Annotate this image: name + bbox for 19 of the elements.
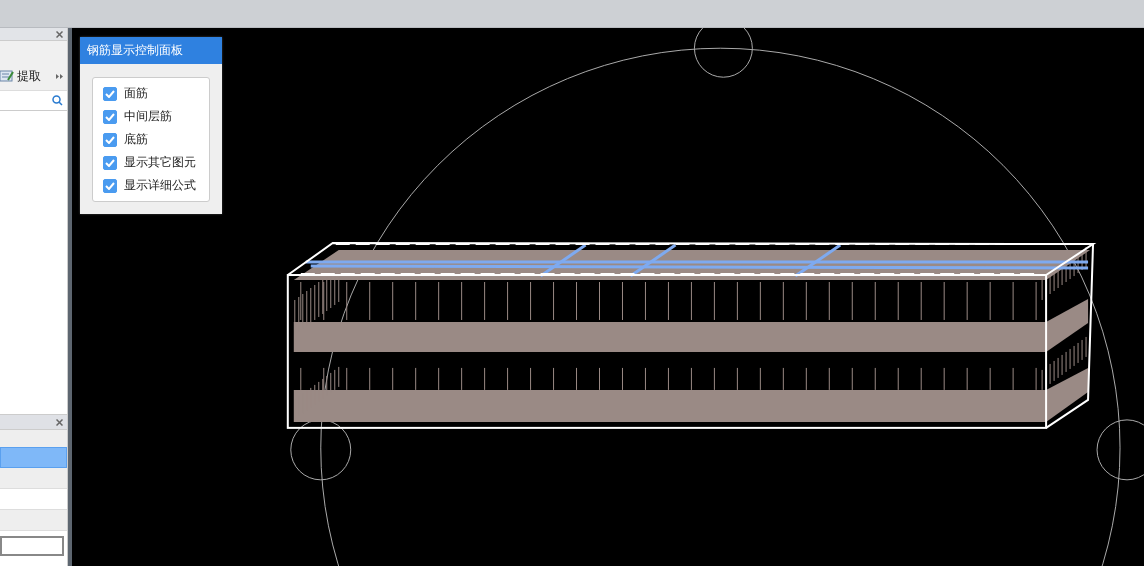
checkbox[interactable] (103, 109, 117, 124)
option-label[interactable]: 显示其它图元 (124, 154, 196, 171)
more-icon[interactable] (56, 73, 64, 79)
checkbox[interactable] (103, 155, 117, 170)
list-header (0, 430, 67, 447)
list-edit-icon[interactable] (0, 70, 14, 82)
extract-label[interactable]: 提取 (17, 67, 41, 85)
input-field[interactable] (0, 536, 64, 556)
option-label[interactable]: 面筋 (124, 85, 148, 102)
option-label[interactable]: 显示详细公式 (124, 177, 196, 194)
checkbox[interactable] (103, 86, 117, 101)
checkbox[interactable] (103, 132, 117, 147)
checkbox[interactable] (103, 178, 117, 193)
close-icon[interactable] (56, 30, 63, 38)
option-label[interactable]: 底筋 (124, 131, 148, 148)
panel-title: 钢筋显示控制面板 (80, 37, 222, 64)
option-label[interactable]: 中间层筋 (124, 108, 172, 125)
close-icon[interactable] (56, 418, 63, 426)
search-icon[interactable] (52, 95, 63, 106)
